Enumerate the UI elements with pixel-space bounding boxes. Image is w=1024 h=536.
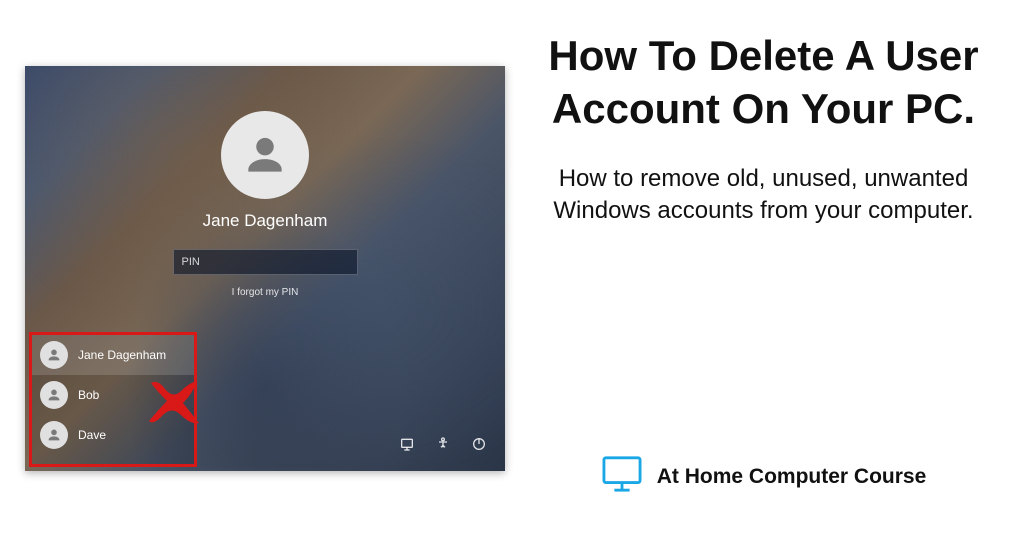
user-list-name: Dave — [78, 428, 106, 442]
page-subtitle: How to remove old, unused, unwanted Wind… — [533, 163, 994, 228]
brand-name: At Home Computer Course — [657, 465, 927, 489]
user-list-name: Bob — [78, 388, 99, 402]
avatar-icon — [40, 341, 68, 369]
pin-placeholder-text: PIN — [182, 256, 200, 268]
system-tray — [399, 436, 487, 457]
avatar-icon — [40, 421, 68, 449]
monitor-icon — [601, 455, 643, 498]
user-list-item[interactable]: Jane Dagenham — [32, 335, 194, 375]
network-icon[interactable] — [399, 436, 415, 457]
article-panel: How To Delete A User Account On Your PC.… — [505, 0, 1024, 536]
power-icon[interactable] — [471, 436, 487, 457]
avatar-icon — [40, 381, 68, 409]
user-list-highlight-box: Jane Dagenham Bob Dave — [29, 332, 197, 467]
user-list-item[interactable]: Bob — [32, 375, 194, 415]
ease-of-access-icon[interactable] — [435, 436, 451, 457]
page-title: How To Delete A User Account On Your PC. — [533, 30, 994, 135]
current-username: Jane Dagenham — [135, 211, 395, 231]
windows-login-screenshot: Jane Dagenham PIN I forgot my PIN Jane D… — [25, 66, 505, 471]
user-list-name: Jane Dagenham — [78, 348, 166, 362]
brand-footer: At Home Computer Course — [533, 455, 994, 516]
screenshot-panel: Jane Dagenham PIN I forgot my PIN Jane D… — [0, 0, 505, 536]
pin-input[interactable]: PIN — [173, 249, 358, 275]
user-list-item[interactable]: Dave — [32, 415, 194, 455]
avatar-icon — [221, 111, 309, 199]
login-center: Jane Dagenham PIN I forgot my PIN — [135, 111, 395, 298]
forgot-pin-link[interactable]: I forgot my PIN — [135, 287, 395, 298]
